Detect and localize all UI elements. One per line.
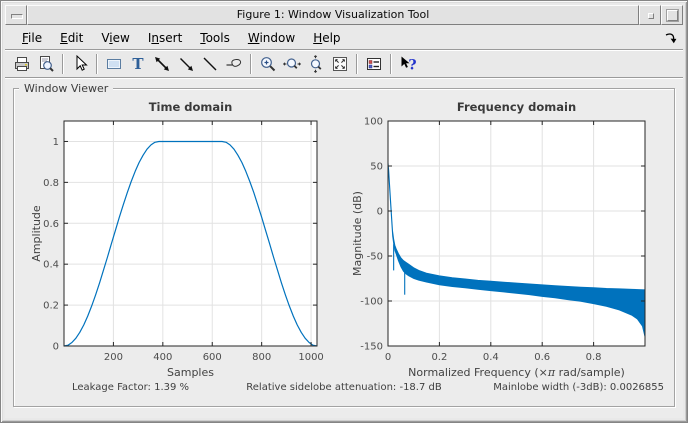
x-tick-label: 800 [252, 352, 271, 363]
time-domain-chart: 200 400 600 800 1000 0 0.2 0.4 0.6 0.8 1 Time domai… [30, 100, 324, 379]
zoom-x-button[interactable] [280, 52, 304, 76]
print-preview-button[interactable] [34, 52, 58, 76]
y-tick-label: 1 [53, 137, 59, 148]
window-viewer-group: Window Viewer 200 400 600 800 1000 0 0.2 0.4 0.6… [13, 82, 675, 407]
zoom-in-icon [261, 56, 276, 71]
sidelobe-attenuation-text: Relative sidelobe attenuation: -18.7 dB [246, 382, 442, 393]
toolbar: T? [5, 50, 683, 78]
y-tick-label: 50 [370, 162, 383, 173]
edit-plot-pointer-icon [76, 54, 88, 71]
y-tick-label: -50 [367, 252, 383, 263]
insert-text-button[interactable]: T [126, 52, 150, 76]
y-tick-label: 0 [377, 207, 383, 218]
zoom-in-button[interactable] [256, 52, 280, 76]
edit-plot-pointer-button[interactable] [68, 52, 92, 76]
x-tick-label: 0 [385, 352, 391, 363]
restore-view-button[interactable] [328, 52, 352, 76]
insert-line-icon [203, 57, 217, 70]
pin-icon [226, 58, 242, 67]
print-button[interactable] [10, 52, 34, 76]
x-tick-label: 0.4 [483, 352, 499, 363]
toolbar-separator [390, 53, 392, 74]
y-tick-label: 0 [53, 342, 59, 353]
print-icon [15, 56, 29, 71]
y-tick-label: -150 [360, 342, 383, 353]
plot-area[interactable] [388, 121, 645, 346]
y-axis-label: Magnitude (dB) [351, 191, 364, 276]
x-tick-label: 400 [153, 352, 172, 363]
x-tick-label: 600 [203, 352, 222, 363]
insert-text-icon: T [132, 55, 144, 73]
frequency-domain-chart-container: 0 0.2 0.4 0.6 0.8 -150 -100 -50 0 50 100 Frequency … [343, 93, 681, 391]
figure-window: Figure 1: Window Visualization Tool File… [0, 0, 688, 423]
x-axis-label: Normalized Frequency (×π rad/sample) [408, 366, 625, 379]
menu-window[interactable]: Window [239, 29, 304, 47]
insert-arrow-button[interactable] [174, 52, 198, 76]
svg-text:?: ? [408, 57, 416, 73]
svg-text:T: T [132, 55, 144, 73]
menu-bar: File Edit View Insert Tools Window Help [5, 27, 683, 50]
zoom-y-icon [310, 54, 322, 73]
chart-title: Frequency domain [457, 100, 576, 114]
plot-area[interactable] [64, 121, 317, 346]
x-tick-label: 1000 [298, 352, 323, 363]
maximize-button[interactable] [661, 5, 683, 25]
menu-file[interactable]: File [13, 29, 51, 47]
x-axis-label: Samples [167, 366, 214, 379]
y-tick-label: 0.2 [43, 301, 59, 312]
menu-tools[interactable]: Tools [191, 29, 239, 47]
zoom-x-icon [283, 57, 301, 69]
menu-help[interactable]: Help [304, 29, 349, 47]
y-axis-label: Amplitude [30, 205, 43, 262]
window-menu-dash-icon [11, 14, 23, 19]
insert-rectangle-icon [107, 58, 121, 69]
insert-rectangle-button[interactable] [102, 52, 126, 76]
y-tick-label: 0.4 [43, 260, 59, 271]
toolbar-separator [250, 53, 252, 74]
maximize-icon [667, 10, 678, 21]
restore-view-icon [333, 56, 347, 71]
x-tick-label: 0.8 [586, 352, 602, 363]
window-menu-button[interactable] [5, 5, 27, 25]
toolbar-separator [62, 53, 64, 74]
pin-button[interactable] [222, 52, 246, 76]
insert-double-arrow-icon [155, 56, 169, 71]
y-tick-label: -100 [360, 297, 383, 308]
print-preview-icon [40, 55, 54, 72]
menu-edit[interactable]: Edit [51, 29, 92, 47]
menu-insert[interactable]: Insert [139, 29, 191, 47]
x-tick-label: 0.6 [534, 352, 550, 363]
minimize-icon [648, 13, 654, 19]
leakage-factor-text: Leakage Factor: 1.39 % [72, 382, 190, 393]
whats-this-button[interactable]: ? [396, 52, 420, 76]
minimize-button[interactable] [639, 5, 661, 25]
status-row: Leakage Factor: 1.39 % Relative sidelobe… [14, 382, 674, 396]
title-bar[interactable]: Figure 1: Window Visualization Tool [5, 5, 683, 25]
y-tick-label: 100 [364, 117, 383, 128]
frequency-domain-chart: 0 0.2 0.4 0.6 0.8 -150 -100 -50 0 50 100 Frequency … [351, 100, 646, 379]
menu-view[interactable]: View [92, 29, 139, 47]
client-area: Window Viewer 200 400 600 800 1000 0 0.2 0.4 0.6… [5, 79, 683, 418]
insert-line-button[interactable] [198, 52, 222, 76]
insert-double-arrow-button[interactable] [150, 52, 174, 76]
zoom-y-button[interactable] [304, 52, 328, 76]
y-tick-label: 0.8 [43, 178, 59, 189]
y-tick-label: 0.6 [43, 219, 59, 230]
toolbar-separator [356, 53, 358, 74]
mainlobe-width-text: Mainlobe width (-3dB): 0.0026855 [493, 382, 664, 393]
toolbar-separator [96, 53, 98, 74]
legend-icon [367, 57, 381, 70]
dock-figure-icon[interactable] [663, 31, 677, 45]
insert-arrow-icon [180, 57, 193, 71]
window-title: Figure 1: Window Visualization Tool [27, 5, 639, 25]
whats-this-icon: ? [401, 56, 417, 73]
chart-title: Time domain [149, 100, 233, 114]
x-tick-label: 0.2 [431, 352, 447, 363]
time-domain-chart-container: 200 400 600 800 1000 0 0.2 0.4 0.6 0.8 1 Time domai… [16, 93, 338, 391]
x-tick-label: 200 [104, 352, 123, 363]
legend-button[interactable] [362, 52, 386, 76]
